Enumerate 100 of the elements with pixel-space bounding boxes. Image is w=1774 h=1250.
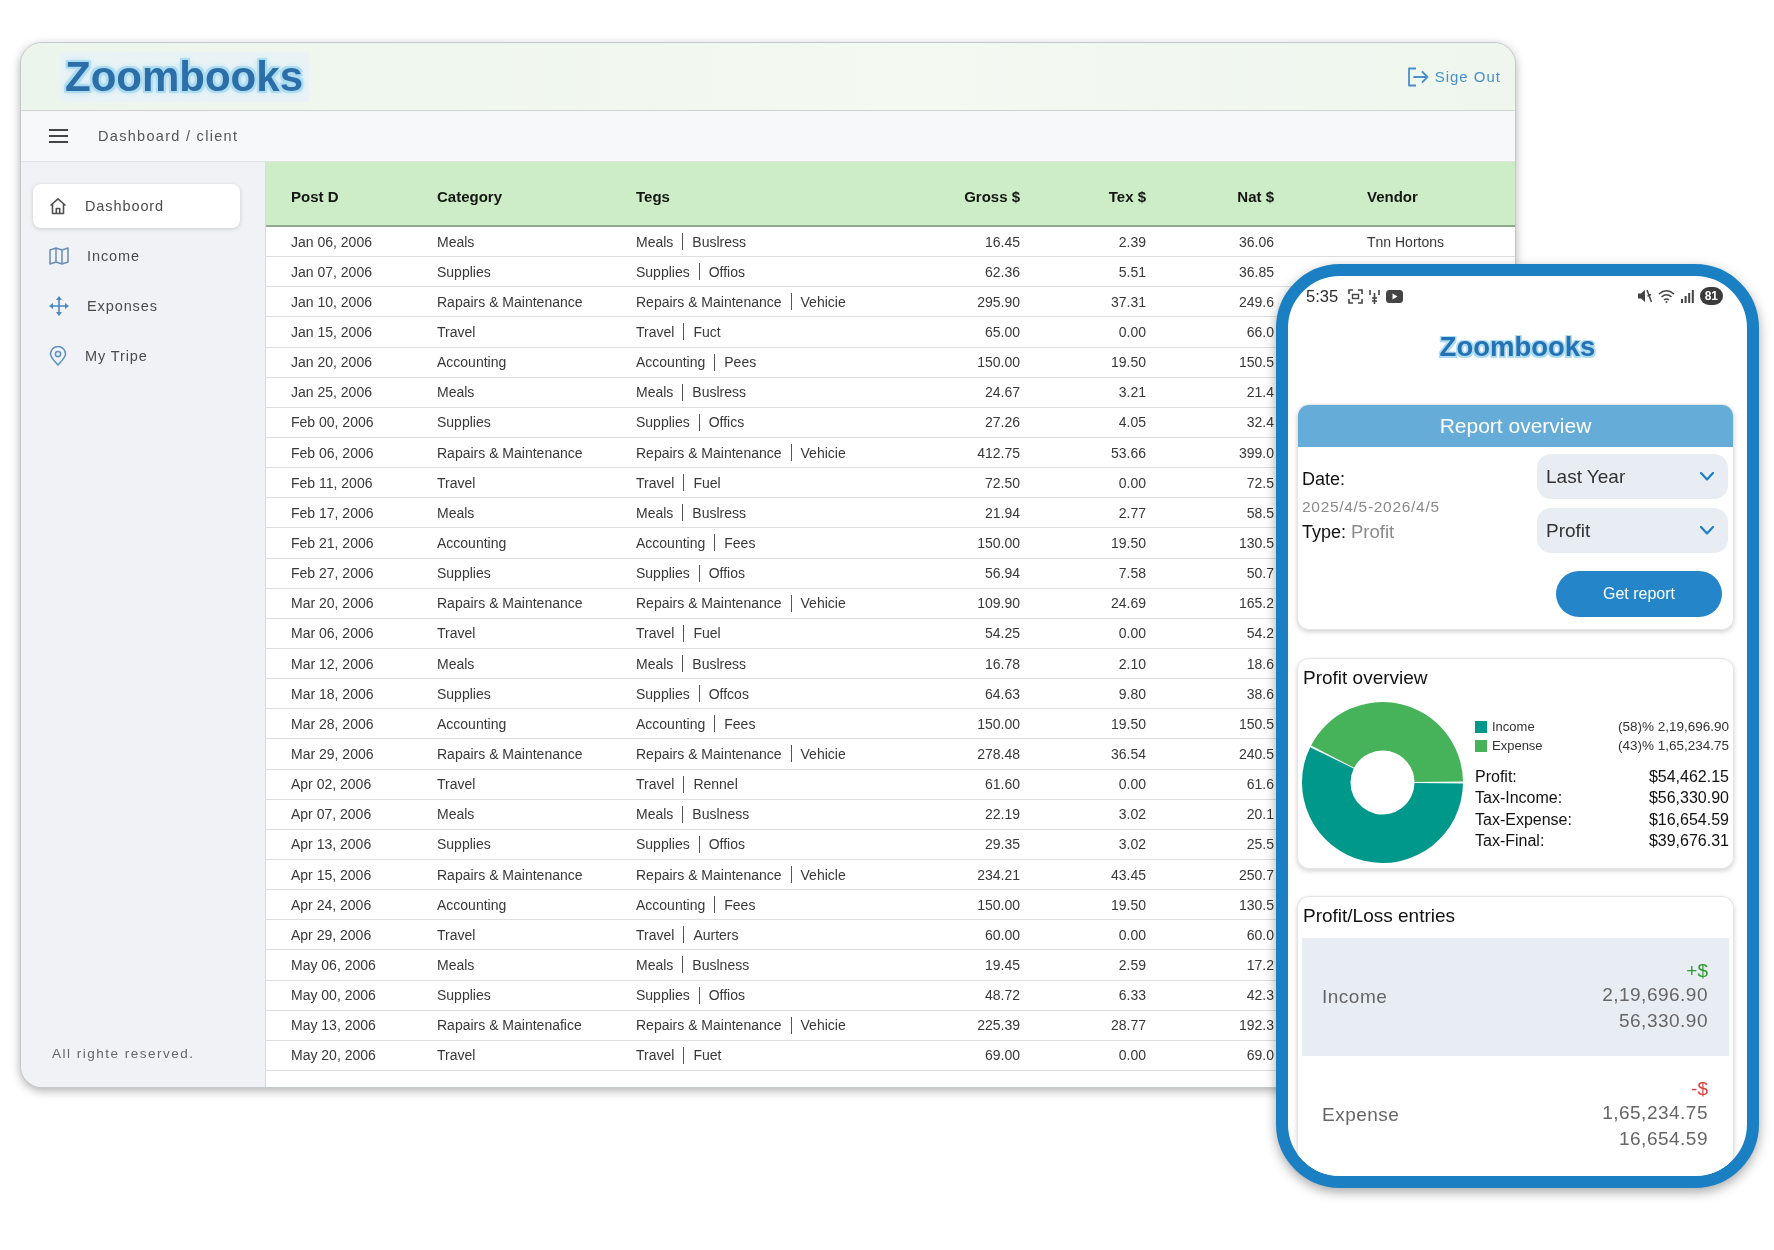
gross-amount: 65.00	[984, 324, 1020, 340]
play-icon	[1386, 289, 1404, 303]
signal-bars-icon	[1680, 289, 1694, 303]
menu-icon	[49, 129, 68, 143]
post-date: May 13, 2006	[291, 1017, 376, 1034]
gross-amount: 29.35	[984, 836, 1020, 853]
tag-label: Rennel	[693, 776, 738, 793]
tax-amount: 53.66	[1110, 444, 1146, 461]
tag-label: Repairs & Maintenance	[636, 293, 782, 310]
app-logo: Zoombooks	[1438, 330, 1597, 364]
net-amount: 249.6	[1238, 293, 1274, 310]
card-title: Profit overview	[1302, 667, 1429, 689]
tag-label: Travel	[636, 625, 675, 642]
entry-row[interactable]: Income +$ 2,19,696.90 56,330.90	[1302, 938, 1729, 1056]
tag-label: Travel	[636, 926, 675, 943]
post-date: Mar 12, 2006	[291, 655, 374, 672]
gross-amount: 19.45	[984, 956, 1020, 973]
tag-label: Vehicle	[800, 866, 846, 883]
gross-amount: 150.00	[977, 896, 1020, 913]
net-amount: 69.0	[1246, 1047, 1274, 1064]
type-label: Type:	[1302, 521, 1347, 543]
net-amount: 32.4	[1246, 414, 1274, 431]
tax-amount: 3.21	[1118, 384, 1146, 401]
net-amount: 60.0	[1246, 926, 1274, 943]
dropdown[interactable]: Last Year	[1537, 454, 1728, 499]
dropdown[interactable]: Profit	[1537, 508, 1728, 553]
total-value: $39,676.31	[1648, 832, 1729, 851]
net-amount: 20.1	[1246, 806, 1274, 823]
entry-tax: 56,330.90	[1618, 1009, 1708, 1033]
category-name: Supplies	[437, 565, 491, 582]
tag-label: Travel	[636, 324, 675, 340]
get-report-button[interactable]: Get report	[1556, 571, 1722, 617]
total-label: Tax-Final:	[1475, 832, 1545, 851]
antenna-icon	[1369, 288, 1381, 304]
tag-label: Travel	[636, 474, 675, 491]
category-name: Travel	[437, 926, 476, 943]
category-name: Accounting	[437, 534, 507, 551]
tax-amount: 0.00	[1118, 926, 1146, 943]
tag-label: Repairs & Maintenance	[636, 1017, 782, 1034]
gross-amount: 16.45	[984, 233, 1020, 250]
tag-label: Buslress	[692, 655, 747, 672]
tag-label: Fuel	[693, 474, 721, 491]
category-name: Travel	[437, 776, 476, 793]
net-amount: 21.4	[1246, 384, 1274, 401]
gross-amount: 72.50	[984, 474, 1020, 491]
post-date: Jan 20, 2006	[291, 354, 372, 371]
menu-button[interactable]	[49, 129, 68, 143]
date-range: 2025/4/5-2026/4/5	[1302, 498, 1440, 516]
gross-amount: 21.94	[984, 504, 1020, 521]
card-title: Profit/Loss entries	[1302, 905, 1457, 927]
column-header: Tex $	[1108, 188, 1146, 205]
tag-label: Buslness	[692, 956, 750, 973]
category-name: Meals	[437, 384, 475, 401]
tax-amount: 43.45	[1110, 866, 1146, 883]
net-amount: 54.2	[1246, 625, 1274, 642]
net-amount: 150.5	[1238, 354, 1274, 371]
category-name: Supplies	[437, 263, 491, 280]
gross-amount: 150.00	[977, 715, 1020, 732]
nav-item[interactable]: My Tripe	[33, 334, 240, 378]
tag-label: Accounting	[636, 896, 706, 913]
screenshot-icon	[1348, 288, 1364, 304]
breadcrumb: Dashboard / client	[98, 128, 239, 144]
total-value: $54,462.15	[1648, 767, 1729, 786]
entry-sign: +$	[1686, 960, 1708, 982]
tag-label: Offios	[708, 263, 745, 280]
tax-amount: 3.02	[1118, 806, 1146, 823]
tax-amount: 4.05	[1118, 414, 1146, 431]
tag-label: Fuel	[693, 625, 721, 642]
post-date: May 20, 2006	[291, 1047, 376, 1064]
nav-item[interactable]: Income	[33, 234, 240, 278]
category-name: Travel	[437, 474, 476, 491]
category-name: Rapairs & Maintenance	[437, 595, 583, 612]
post-date: Feb 21, 2006	[291, 534, 374, 551]
type-value: Profit	[1351, 521, 1395, 543]
category-name: Accounting	[437, 715, 507, 732]
logout-icon	[1406, 66, 1429, 87]
chevron-down-icon	[1700, 526, 1714, 535]
move-icon	[49, 296, 69, 316]
tag-label: Fuct	[693, 324, 721, 340]
tag-label: Vehicie	[800, 595, 846, 612]
nav-item[interactable]: Dashboord	[33, 184, 240, 228]
tax-amount: 0.00	[1118, 474, 1146, 491]
tax-amount: 0.00	[1118, 324, 1146, 340]
category-name: Supplies	[437, 685, 491, 702]
tax-amount: 19.50	[1110, 354, 1146, 371]
entry-sign: -$	[1691, 1078, 1708, 1100]
post-date: Jan 07, 2006	[291, 263, 372, 280]
tag-label: Meals	[636, 233, 674, 250]
post-date: May 00, 2006	[291, 987, 376, 1004]
net-amount: 66.0	[1246, 324, 1274, 340]
tag-label: Accounting	[636, 354, 706, 371]
tax-amount: 7.58	[1118, 565, 1146, 582]
tag-label: Offcos	[708, 685, 749, 702]
nav-item[interactable]: Exponses	[33, 284, 240, 328]
category-name: Meals	[437, 655, 475, 672]
net-amount: 38.6	[1246, 685, 1274, 702]
post-date: Jan 15, 2006	[291, 324, 372, 340]
tax-amount: 36.54	[1110, 745, 1146, 762]
mute-icon	[1636, 289, 1652, 303]
tag-label: Vehicie	[800, 745, 846, 762]
